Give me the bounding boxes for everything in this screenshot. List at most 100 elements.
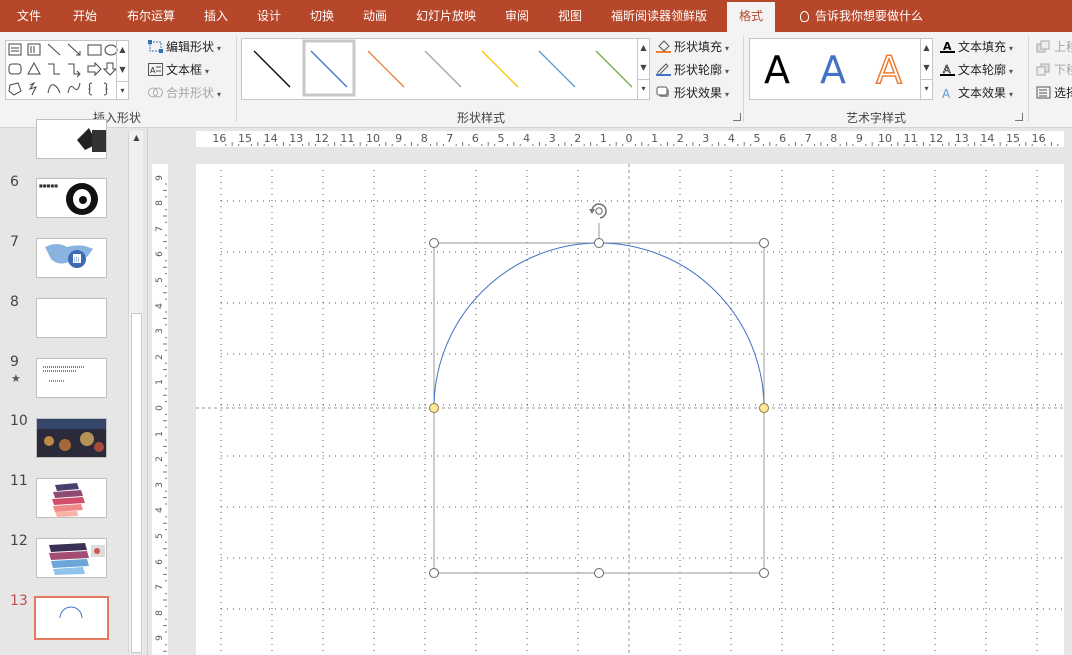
shape-style-swatch[interactable] xyxy=(367,50,405,88)
tab-transitions[interactable]: 切换 xyxy=(310,0,334,32)
svg-text:|||: ||| xyxy=(74,257,79,263)
shape-style-swatch[interactable] xyxy=(481,50,519,88)
wordart-gallery[interactable]: A A A ▲ ▼ ▾ xyxy=(749,38,933,100)
wordart-gallery-down-button[interactable]: ▼ xyxy=(920,59,932,79)
ruler-label: 1 xyxy=(651,132,659,145)
ruler-label: 4 xyxy=(155,302,165,309)
shape-style-swatch[interactable] xyxy=(595,50,633,88)
shape-style-swatch[interactable] xyxy=(310,50,348,88)
slide-thumbnail-12[interactable] xyxy=(36,538,107,578)
merge-shapes-button[interactable]: 合并形状 ▾ xyxy=(148,83,221,103)
scrollbar-thumb[interactable] xyxy=(131,313,142,653)
text-outline-button[interactable]: A 文本轮廓 ▾ xyxy=(940,60,1013,80)
ruler-label: 11 xyxy=(340,132,355,145)
svg-text:■■■■■: ■■■■■ xyxy=(39,183,58,188)
adjustment-handle[interactable] xyxy=(429,403,439,413)
merge-shapes-label: 合并形状 xyxy=(166,86,215,100)
ruler-label: 1 xyxy=(155,430,165,437)
bring-forward-icon xyxy=(1036,40,1050,53)
style-gallery-more-button[interactable]: ▾ xyxy=(637,79,649,99)
text-outline-label: 文本轮廓 xyxy=(958,63,1007,77)
ruler-label: 9 xyxy=(395,132,403,145)
selection-pane-button[interactable]: 选择 xyxy=(1036,83,1072,103)
slide-canvas[interactable] xyxy=(196,164,1064,655)
tab-insert[interactable]: 插入 xyxy=(204,0,228,32)
arc-shape[interactable] xyxy=(433,242,765,409)
shape-style-swatch[interactable] xyxy=(538,50,576,88)
wordart-gallery-more-button[interactable]: ▾ xyxy=(920,79,932,99)
wordart-launcher-icon[interactable] xyxy=(1015,113,1023,121)
slide-thumbnail-9[interactable] xyxy=(36,358,107,398)
gallery-more-button[interactable]: ▾ xyxy=(116,81,128,99)
resize-handle[interactable] xyxy=(429,568,439,578)
text-effects-button[interactable]: A 文本效果 ▾ xyxy=(940,83,1013,103)
slide-thumbnail-5[interactable] xyxy=(36,119,107,159)
slide-thumbnail-8[interactable] xyxy=(36,298,107,338)
gallery-up-button[interactable]: ▲ xyxy=(116,41,128,61)
tab-animations[interactable]: 动画 xyxy=(363,0,387,32)
adjustment-handle[interactable] xyxy=(759,403,769,413)
thumbnail-scrollbar[interactable]: ▲ xyxy=(128,131,143,653)
edit-shape-button[interactable]: 编辑形状 ▾ xyxy=(148,37,221,57)
shape-style-gallery[interactable]: ▲ ▼ ▾ xyxy=(241,38,650,100)
gallery-down-button[interactable]: ▼ xyxy=(116,61,128,81)
tab-file[interactable]: 文件 xyxy=(17,0,41,32)
slide-thumbnail-11[interactable] xyxy=(36,478,107,518)
ruler-label: 9 xyxy=(855,132,863,145)
shape-fill-label: 形状填充 xyxy=(674,40,723,54)
shape-gallery[interactable]: ▲ ▼ ▾ xyxy=(5,40,129,100)
ruler-label: 15 xyxy=(238,132,252,145)
resize-handle[interactable] xyxy=(759,568,769,578)
style-gallery-up-button[interactable]: ▲ xyxy=(637,39,649,59)
tab-boolean[interactable]: 布尔运算 xyxy=(127,0,175,32)
resize-handle[interactable] xyxy=(759,238,769,248)
wordart-style-black[interactable]: A xyxy=(752,43,802,97)
tab-home[interactable]: 开始 xyxy=(73,0,97,32)
shape-style-swatch[interactable] xyxy=(424,50,462,88)
slide-thumbnail-7[interactable]: ||| xyxy=(36,238,107,278)
text-box-button[interactable]: A 文本框 ▾ xyxy=(148,60,209,80)
powerpoint-window: 文件 开始 布尔运算 插入 设计 切换 动画 幻灯片放映 审阅 视图 福昕阅读器… xyxy=(0,0,1072,655)
tab-foxit[interactable]: 福昕阅读器领鲜版 xyxy=(611,0,707,32)
resize-handle[interactable] xyxy=(594,238,604,248)
ruler-label: 2 xyxy=(676,132,684,145)
scroll-up-arrow-icon[interactable]: ▲ xyxy=(129,131,144,145)
slide-number: 8 xyxy=(10,294,19,310)
bring-forward-button[interactable]: 上移 xyxy=(1036,37,1072,57)
tab-design[interactable]: 设计 xyxy=(257,0,281,32)
ruler-label: 8 xyxy=(155,609,165,616)
wordart-gallery-up-button[interactable]: ▲ xyxy=(920,39,932,59)
ruler-label: 6 xyxy=(471,132,479,145)
tab-review[interactable]: 审阅 xyxy=(505,0,529,32)
vertical-ruler[interactable]: 9 8 7 6 5 4 3 2 1 0 1 2 3 4 5 6 7 8 9 xyxy=(152,164,168,655)
slide-number: 9 xyxy=(10,354,19,370)
send-backward-button[interactable]: 下移 xyxy=(1036,60,1072,80)
wordart-style-orange-outline[interactable]: A xyxy=(864,43,914,97)
send-backward-label: 下移 xyxy=(1054,63,1072,77)
slide-thumbnail-13[interactable] xyxy=(34,596,109,640)
horizontal-ruler[interactable]: 16 15 14 13 12 11 10 9 8 7 6 5 4 3 2 1 0 1 2 3 4 5 6 7 8 9 10 11 12 1… xyxy=(196,131,1064,147)
tab-slideshow[interactable]: 幻灯片放映 xyxy=(416,0,476,32)
style-gallery-down-button[interactable]: ▼ xyxy=(637,59,649,79)
text-fill-button[interactable]: A 文本填充 ▾ xyxy=(940,37,1013,57)
tell-me-text: 告诉我你想要做什么 xyxy=(815,9,924,23)
rotate-icon[interactable] xyxy=(589,203,607,219)
wordart-style-blue[interactable]: A xyxy=(808,43,858,97)
slide-number: 12 xyxy=(10,533,28,549)
tab-format[interactable]: 格式 xyxy=(727,2,776,32)
slide-thumbnail-6[interactable]: ■■■■■ xyxy=(36,178,107,218)
tab-view[interactable]: 视图 xyxy=(558,0,582,32)
shape-effects-button[interactable]: 形状效果 ▾ xyxy=(656,83,729,103)
resize-handle[interactable] xyxy=(594,568,604,578)
slide-number: 6 xyxy=(10,174,19,190)
selection-pane-icon xyxy=(1036,86,1051,99)
shape-outline-button[interactable]: 形状轮廓 ▾ xyxy=(656,60,729,80)
slide-thumbnail-10[interactable] xyxy=(36,418,107,458)
shape-style-swatch[interactable] xyxy=(253,50,291,88)
slide-drawing xyxy=(196,164,1064,655)
shape-fill-button[interactable]: 形状填充 ▾ xyxy=(656,37,729,57)
resize-handle[interactable] xyxy=(429,238,439,248)
tell-me-box[interactable]: 告诉我你想要做什么 xyxy=(800,0,923,32)
shape-styles-launcher-icon[interactable] xyxy=(733,113,741,121)
text-outline-icon: A xyxy=(940,63,955,76)
